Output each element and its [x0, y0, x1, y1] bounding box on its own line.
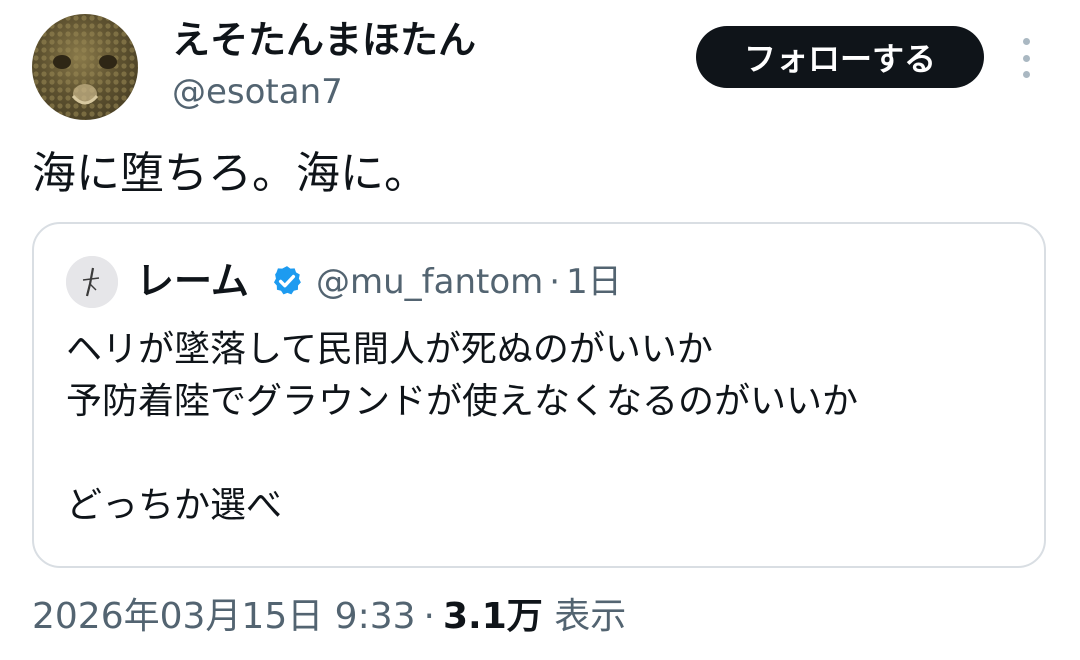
quoted-text-line: どっちか選べ [66, 485, 283, 526]
quoted-avatar-image [66, 256, 118, 308]
tweet-text: 海に堕ちろ。海に。 [32, 148, 428, 199]
verified-badge-icon [270, 264, 304, 298]
author-handle[interactable]: @esotan7 [172, 72, 343, 112]
view-count: 3.1万 [442, 596, 543, 637]
quoted-handle: @mu_fantom [316, 262, 544, 302]
fish-face-avatar-image [32, 14, 138, 120]
author-avatar[interactable] [32, 14, 138, 120]
quoted-author-avatar [66, 256, 118, 308]
quoted-text-line: 予防着陸でグラウンドが使えなくなるのがいいか [66, 381, 859, 422]
view-label: 表示 [554, 596, 627, 637]
follow-button[interactable]: フォローする [696, 26, 984, 88]
quoted-meta-separator: · [549, 262, 561, 302]
tweet-card: えそたんまほたん @esotan7 フォローする 海に堕ちろ。海に。 レーム @… [0, 0, 1080, 660]
quoted-time: 1日 [566, 262, 622, 302]
quoted-text: ヘリが墜落して民間人が死ぬのがいいか 予防着陸でグラウンドが使えなくなるのがいい… [66, 324, 858, 532]
quoted-text-line: ヘリが墜落して民間人が死ぬのがいいか [66, 329, 713, 370]
ellipsis-dot [1022, 71, 1030, 78]
tweet-timestamp[interactable]: 2026年03月15日 9:33 [32, 596, 416, 637]
vertical-ellipsis-icon[interactable] [1010, 38, 1042, 78]
quoted-text-line [66, 428, 858, 480]
quoted-meta: @mu_fantom · 1日 [316, 260, 622, 304]
ellipsis-dot [1022, 38, 1030, 45]
ellipsis-dot [1022, 54, 1030, 62]
tweet-footer: 2026年03月15日 9:33 · 3.1万 表示 [32, 592, 626, 642]
quoted-tweet[interactable]: レーム @mu_fantom · 1日 ヘリが墜落して民間人が死ぬのがいいか 予防着… [32, 222, 1046, 568]
footer-separator: · [423, 596, 435, 637]
quoted-display-name: レーム [136, 259, 249, 303]
author-display-name[interactable]: えそたんまほたん [172, 18, 476, 62]
